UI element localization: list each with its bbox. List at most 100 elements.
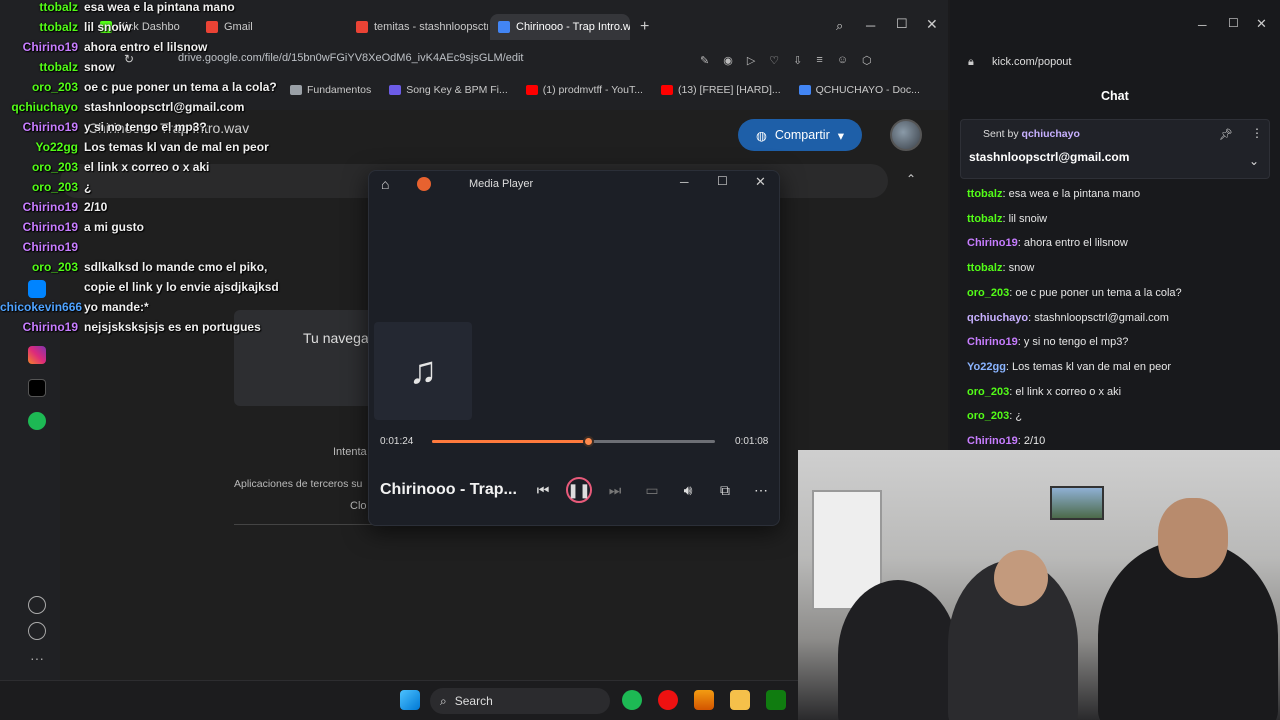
chat-username[interactable]: oro_203 — [967, 386, 1009, 398]
extension-icon[interactable]: ⬡ — [862, 54, 872, 67]
file-explorer-icon[interactable] — [730, 690, 750, 710]
overlay-chat-message: a mi gusto — [84, 220, 145, 234]
person-left — [838, 580, 958, 720]
tab-temitas[interactable]: temitas - stashnloopsctrl@ — [348, 14, 488, 40]
chat-username[interactable]: oro_203 — [967, 287, 1009, 299]
xbox-icon[interactable] — [766, 690, 786, 710]
overlay-chat-username: Yo22gg — [35, 140, 78, 154]
bookmark-youtube-2[interactable]: (13) [FREE] [HARD]... — [660, 80, 781, 100]
volume-icon[interactable]: 🔊︎ — [677, 480, 699, 500]
chevron-down-icon[interactable]: ⌄ — [1249, 154, 1259, 168]
captions-icon[interactable]: ▭ — [641, 480, 663, 500]
tab-drive-file[interactable]: Chirinooo - Trap Intro.wav — [490, 14, 630, 40]
pause-icon: ❚❚ — [567, 481, 591, 498]
home-icon[interactable]: ⌂ — [381, 176, 389, 192]
overlay-chat-line: Chirino19 y si no tengo el mp3? — [0, 120, 207, 134]
search-tabs-icon[interactable]: ⌕ — [836, 18, 843, 34]
chat-username[interactable]: oro_203 — [967, 410, 1009, 422]
seek-handle[interactable] — [582, 436, 594, 447]
more-options-icon[interactable]: ⋯ — [750, 480, 772, 500]
clo-text[interactable]: Clo — [350, 500, 367, 512]
chat-username[interactable]: Chirino19 — [967, 435, 1018, 447]
chat-username[interactable]: qchiuchayo — [967, 312, 1028, 324]
instagram-icon[interactable] — [28, 346, 46, 364]
chat-username[interactable]: ttobalz — [967, 213, 1002, 225]
overlay-chat-message: lil snoiw — [84, 20, 132, 34]
media-player-logo-icon — [417, 177, 431, 191]
overlay-chat-line: Chirino19 nejsjsksksjsjs es en portugues — [0, 320, 261, 334]
chat-username[interactable]: Chirino19 — [967, 237, 1018, 249]
overlay-chat-username: chicokevin666 — [0, 300, 83, 314]
minimize-icon[interactable]: ─ — [866, 18, 875, 33]
bookmark-youtube-1[interactable]: (1) prodmvtff - YouT... — [525, 80, 643, 100]
music-note-icon: ♫ — [408, 349, 438, 392]
chat-username[interactable]: Chirino19 — [967, 336, 1018, 348]
overlay-chat-username: ttobalz — [39, 0, 78, 14]
more-icon[interactable]: ⋮ — [1251, 126, 1263, 140]
overlay-chat-message: Los temas kl van de mal en peor — [84, 140, 269, 154]
close-icon[interactable]: ✕ — [926, 16, 938, 33]
time-elapsed: 0:01:24 — [380, 436, 414, 447]
chevron-up-icon[interactable]: ⌃ — [906, 172, 916, 186]
history-icon[interactable] — [28, 622, 46, 640]
overlay-chat-username: oro_203 — [31, 80, 78, 94]
time-remaining: 0:01:08 — [735, 436, 769, 447]
maximize-icon[interactable]: ☐ — [717, 174, 728, 188]
menu-icon[interactable]: ≡ — [816, 54, 822, 67]
close-icon[interactable]: ✕ — [755, 174, 766, 190]
overlay-chat-line: oro_203 el link x correo o x aki — [0, 160, 209, 174]
chat-text: oe c pue poner un tema a la cola? — [1015, 286, 1182, 299]
pause-button[interactable]: ❚❚ — [566, 477, 592, 503]
heart-icon[interactable] — [28, 596, 46, 614]
overlay-chat-username: qchiuchayo — [11, 100, 78, 114]
new-tab-icon[interactable]: + — [640, 18, 649, 36]
maximize-icon[interactable]: ☐ — [1228, 16, 1239, 30]
chat-username[interactable]: Yo22gg — [967, 361, 1006, 373]
share-label: Compartir — [774, 128, 830, 142]
taskbar-search[interactable]: ⌕ Search — [430, 688, 610, 714]
seek-progress — [432, 440, 588, 443]
spotify-icon[interactable] — [622, 690, 642, 710]
third-party-apps-text: Aplicaciones de terceros su — [234, 478, 363, 490]
overlay-chat-line: oro_203 sdlkalksd lo mande cmo el piko, — [0, 260, 267, 274]
x-icon[interactable] — [28, 379, 46, 397]
minimize-icon[interactable]: ─ — [680, 175, 689, 189]
close-icon[interactable]: ✕ — [1256, 16, 1267, 32]
miniplayer-icon[interactable]: ⧉ — [714, 480, 736, 500]
windows-start-icon[interactable] — [400, 690, 420, 710]
share-button[interactable]: ◍ Compartir ▾ — [738, 119, 862, 151]
popout-url[interactable]: kick.com/popout — [992, 56, 1071, 68]
maximize-icon[interactable]: ☐ — [896, 16, 908, 32]
fl-studio-icon[interactable] — [694, 690, 714, 710]
sent-by-label: Sent by — [983, 128, 1019, 140]
next-icon[interactable]: ⏭ — [604, 480, 626, 500]
profile-icon[interactable]: ☺ — [837, 54, 848, 67]
overlay-chat-message: 2/10 — [84, 200, 108, 214]
edit-icon[interactable]: ✎ — [700, 54, 709, 67]
bookmarks-bar: Fundamentos Song Key & BPM Fi... (1) pro… — [290, 80, 920, 100]
more-icon[interactable]: ··· — [28, 650, 46, 668]
overlay-chat-line: Chirino19 a mi gusto — [0, 220, 144, 234]
chat-username[interactable]: ttobalz — [967, 188, 1002, 200]
spotify-icon[interactable] — [28, 412, 46, 430]
chat-username[interactable]: ttobalz — [967, 262, 1002, 274]
overlay-chat-username: oro_203 — [31, 260, 78, 274]
bookmark-fundamentos[interactable]: Fundamentos — [290, 80, 371, 100]
minimize-icon[interactable]: ─ — [1198, 18, 1207, 32]
opera-icon[interactable] — [658, 690, 678, 710]
download-icon[interactable]: ⇩ — [793, 54, 802, 67]
camera-icon[interactable]: ◉ — [723, 54, 733, 67]
bookmark-doc[interactable]: QCHUCHAYO - Doc... — [798, 80, 920, 100]
bookmark-songkey[interactable]: Song Key & BPM Fi... — [389, 80, 508, 100]
pinned-username[interactable]: qchiuchayo — [1022, 128, 1080, 140]
youtube-icon — [525, 85, 538, 95]
overlay-chat-username: Chirino19 — [22, 120, 78, 134]
avatar[interactable] — [890, 119, 922, 151]
chat-text: ahora entro el lilsnow — [1023, 237, 1128, 250]
chat-message: Chirino19: y si no tengo el mp3? — [967, 336, 1128, 348]
heart-icon[interactable]: ♡ — [769, 54, 779, 67]
play-icon[interactable]: ▷ — [747, 54, 755, 67]
previous-icon[interactable]: ⏮ — [532, 480, 554, 500]
pin-icon[interactable]: 📌︎ — [1219, 128, 1233, 141]
overlay-chat-message: ahora entro el lilsnow — [84, 40, 208, 54]
